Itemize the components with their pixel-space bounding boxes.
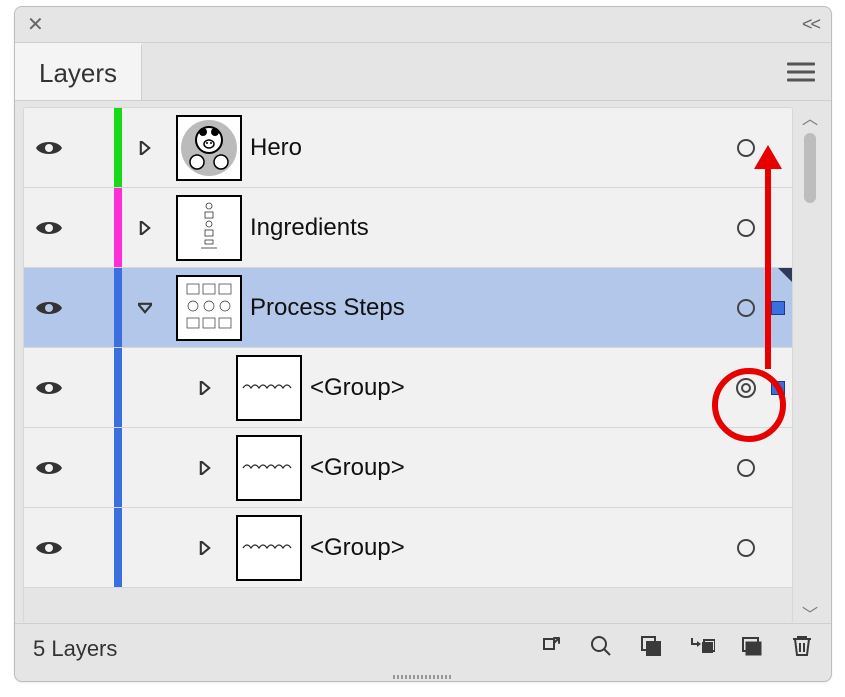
tab-bar: Layers xyxy=(15,43,831,101)
visibility-toggle[interactable] xyxy=(24,459,74,477)
disclosure-icon[interactable] xyxy=(122,221,168,235)
tab-label: Layers xyxy=(39,58,117,89)
new-layer-icon[interactable] xyxy=(741,634,765,663)
disclosure-icon[interactable] xyxy=(122,141,168,155)
resize-gripper[interactable] xyxy=(15,673,831,681)
layer-thumbnail xyxy=(236,435,302,501)
delete-icon[interactable] xyxy=(791,634,813,663)
layer-row[interactable]: <Group> xyxy=(24,348,792,428)
target-icon[interactable] xyxy=(728,219,764,237)
scroll-thumb[interactable] xyxy=(804,133,816,203)
layer-thumbnail xyxy=(176,195,242,261)
export-icon[interactable] xyxy=(539,634,563,663)
close-icon[interactable]: ✕ xyxy=(27,12,44,37)
scroll-up-icon[interactable]: ︿ xyxy=(800,107,820,127)
layer-list[interactable]: Hero Ingredients xyxy=(23,107,793,623)
panel-menu-icon[interactable] xyxy=(787,57,815,86)
visibility-toggle[interactable] xyxy=(24,539,74,557)
layer-color-swatch xyxy=(114,268,122,347)
disclosure-icon[interactable] xyxy=(122,301,168,315)
layer-thumbnail xyxy=(236,515,302,581)
layer-name[interactable]: Ingredients xyxy=(250,214,728,242)
target-icon[interactable] xyxy=(728,376,764,400)
scroll-down-icon[interactable]: ﹀ xyxy=(800,603,820,623)
layer-count-label: 5 Layers xyxy=(33,636,117,662)
layer-name[interactable]: <Group> xyxy=(310,534,728,562)
layer-color-swatch xyxy=(114,348,122,427)
clipping-mask-icon[interactable] xyxy=(639,634,663,663)
target-icon[interactable] xyxy=(728,139,764,157)
layer-list-container: Hero Ingredients xyxy=(15,101,831,623)
visibility-toggle[interactable] xyxy=(24,219,74,237)
panel-footer: 5 Layers xyxy=(15,623,831,673)
disclosure-icon[interactable] xyxy=(182,461,228,475)
visibility-toggle[interactable] xyxy=(24,379,74,397)
scroll-track[interactable] xyxy=(802,127,818,603)
layer-thumbnail xyxy=(176,275,242,341)
layer-name[interactable]: Process Steps xyxy=(250,294,728,322)
layer-row[interactable]: Ingredients xyxy=(24,188,792,268)
layer-row[interactable]: Hero xyxy=(24,108,792,188)
layer-name[interactable]: Hero xyxy=(250,134,728,162)
target-icon[interactable] xyxy=(728,299,764,317)
target-icon[interactable] xyxy=(728,539,764,557)
layers-panel: ✕ << Layers Hero xyxy=(14,6,832,682)
layer-color-swatch xyxy=(114,108,122,187)
new-sublayer-icon[interactable] xyxy=(689,634,715,663)
active-layer-marker xyxy=(778,268,792,282)
panel-titlebar: ✕ << xyxy=(15,7,831,43)
layer-color-swatch xyxy=(114,188,122,267)
selection-indicator[interactable] xyxy=(764,301,792,315)
visibility-toggle[interactable] xyxy=(24,139,74,157)
collapse-icon[interactable]: << xyxy=(802,14,819,35)
layer-thumbnail xyxy=(236,355,302,421)
layer-color-swatch xyxy=(114,508,122,587)
layer-thumbnail xyxy=(176,115,242,181)
layer-row[interactable]: <Group> xyxy=(24,428,792,508)
visibility-toggle[interactable] xyxy=(24,299,74,317)
layer-name[interactable]: <Group> xyxy=(310,374,728,402)
selection-indicator[interactable] xyxy=(764,381,792,395)
layer-name[interactable]: <Group> xyxy=(310,454,728,482)
tab-layers[interactable]: Layers xyxy=(15,43,142,100)
layer-row[interactable]: <Group> xyxy=(24,508,792,588)
locate-icon[interactable] xyxy=(589,634,613,663)
layer-color-swatch xyxy=(114,428,122,507)
layer-row[interactable]: Process Steps xyxy=(24,268,792,348)
disclosure-icon[interactable] xyxy=(182,381,228,395)
disclosure-icon[interactable] xyxy=(182,541,228,555)
target-icon[interactable] xyxy=(728,459,764,477)
scrollbar[interactable]: ︿ ﹀ xyxy=(799,107,821,623)
